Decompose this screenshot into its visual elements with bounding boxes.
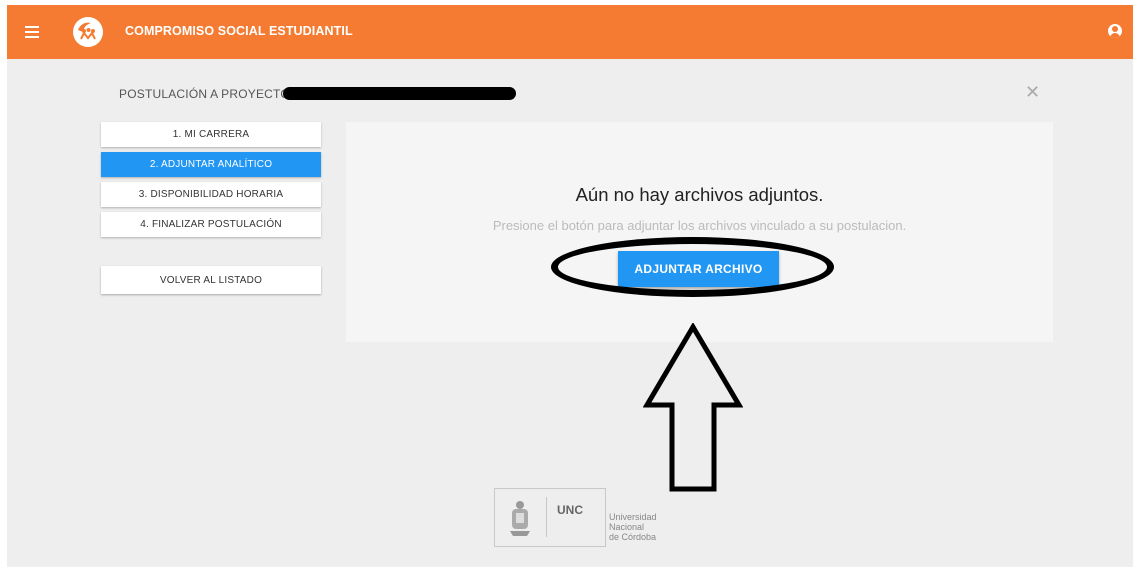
university-logo: UNC <box>494 488 606 547</box>
step-disponibilidad-horaria[interactable]: 3. DISPONIBILIDAD HORARIA <box>101 182 321 207</box>
step-mi-carrera[interactable]: 1. MI CARRERA <box>101 122 321 147</box>
attachments-panel: Aún no hay archivos adjuntos. Presione e… <box>346 122 1053 342</box>
app-title: COMPROMISO SOCIAL ESTUDIANTIL <box>125 24 353 38</box>
step-finalizar-postulacion[interactable]: 4. FINALIZAR POSTULACIÓN <box>101 212 321 237</box>
step-adjuntar-analitico[interactable]: 2. ADJUNTAR ANALÍTICO <box>101 152 321 177</box>
hamburger-menu-icon[interactable] <box>25 26 39 38</box>
crest-icon <box>510 501 530 536</box>
annotation-arrow <box>643 323 743 492</box>
page-title: POSTULACIÓN A PROYECTO <box>119 87 290 101</box>
user-account-icon[interactable] <box>1108 24 1122 38</box>
attach-file-button[interactable]: ADJUNTAR ARCHIVO <box>618 251 779 287</box>
app-window: COMPROMISO SOCIAL ESTUDIANTIL POSTULACIÓ… <box>7 5 1133 567</box>
university-name: Universidad Nacional de Córdoba <box>609 512 657 542</box>
redaction-mark <box>283 87 516 100</box>
top-app-bar: COMPROMISO SOCIAL ESTUDIANTIL <box>7 5 1133 59</box>
close-icon[interactable]: ✕ <box>1025 82 1040 103</box>
empty-state-title: Aún no hay archivos adjuntos. <box>575 184 824 205</box>
steps-menu: 1. MI CARRERA 2. ADJUNTAR ANALÍTICO 3. D… <box>101 122 321 242</box>
empty-state-subtitle: Presione el botón para adjuntar los arch… <box>492 218 907 233</box>
unc-label: UNC <box>557 503 583 517</box>
app-logo <box>73 17 103 47</box>
back-to-list-button[interactable]: VOLVER AL LISTADO <box>101 266 321 294</box>
